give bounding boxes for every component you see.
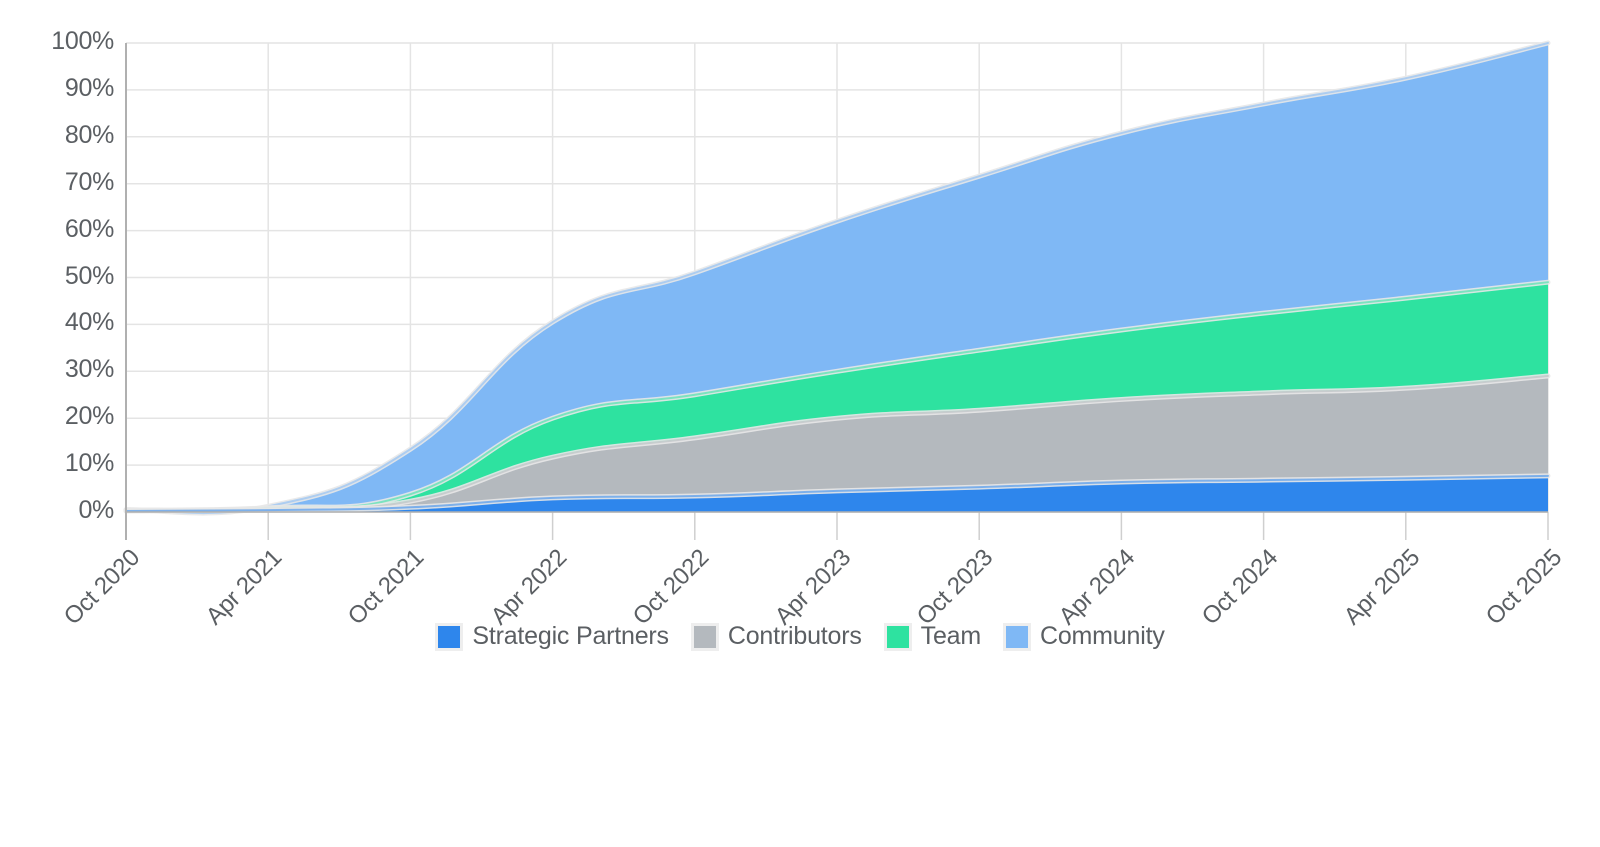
y-axis-tick-label: 10% bbox=[64, 449, 114, 478]
y-axis-tick-label: 70% bbox=[64, 167, 114, 196]
y-axis-tick-label: 80% bbox=[64, 120, 114, 149]
legend-label: Contributors bbox=[727, 622, 862, 650]
chart-legend: Strategic Partners Contributors Team Commun… bbox=[0, 622, 1600, 651]
legend-swatch-icon bbox=[1003, 622, 1031, 651]
legend-swatch-icon bbox=[435, 622, 464, 651]
y-axis-tick-label: 100% bbox=[51, 27, 114, 55]
y-axis-tick-label: 40% bbox=[64, 308, 114, 337]
y-axis-tick-label: 90% bbox=[64, 73, 114, 102]
y-axis-tick-label: 0% bbox=[78, 496, 114, 524]
y-axis-tick-label: 50% bbox=[64, 261, 114, 290]
legend-item[interactable]: Community bbox=[1003, 622, 1165, 651]
legend-item[interactable]: Team bbox=[883, 622, 982, 651]
legend-label: Team bbox=[920, 622, 982, 650]
legend-label: Strategic Partners bbox=[472, 622, 669, 650]
legend-item[interactable]: Strategic Partners bbox=[435, 622, 669, 651]
y-axis-tick-label: 20% bbox=[64, 402, 114, 431]
x-tick-marks bbox=[125, 512, 1549, 540]
legend-label: Community bbox=[1040, 622, 1165, 650]
stacked-area-chart: 0% 10% 20% 30% 40% 50% 60% 70% 80% 90% 100% Oct 20… bbox=[0, 0, 1600, 690]
y-axis-tick-label: 30% bbox=[64, 355, 114, 384]
legend-swatch-icon bbox=[690, 622, 719, 651]
legend-item[interactable]: Contributors bbox=[690, 622, 862, 651]
y-axis-tick-label: 60% bbox=[64, 214, 114, 243]
legend-swatch-icon bbox=[883, 622, 912, 651]
